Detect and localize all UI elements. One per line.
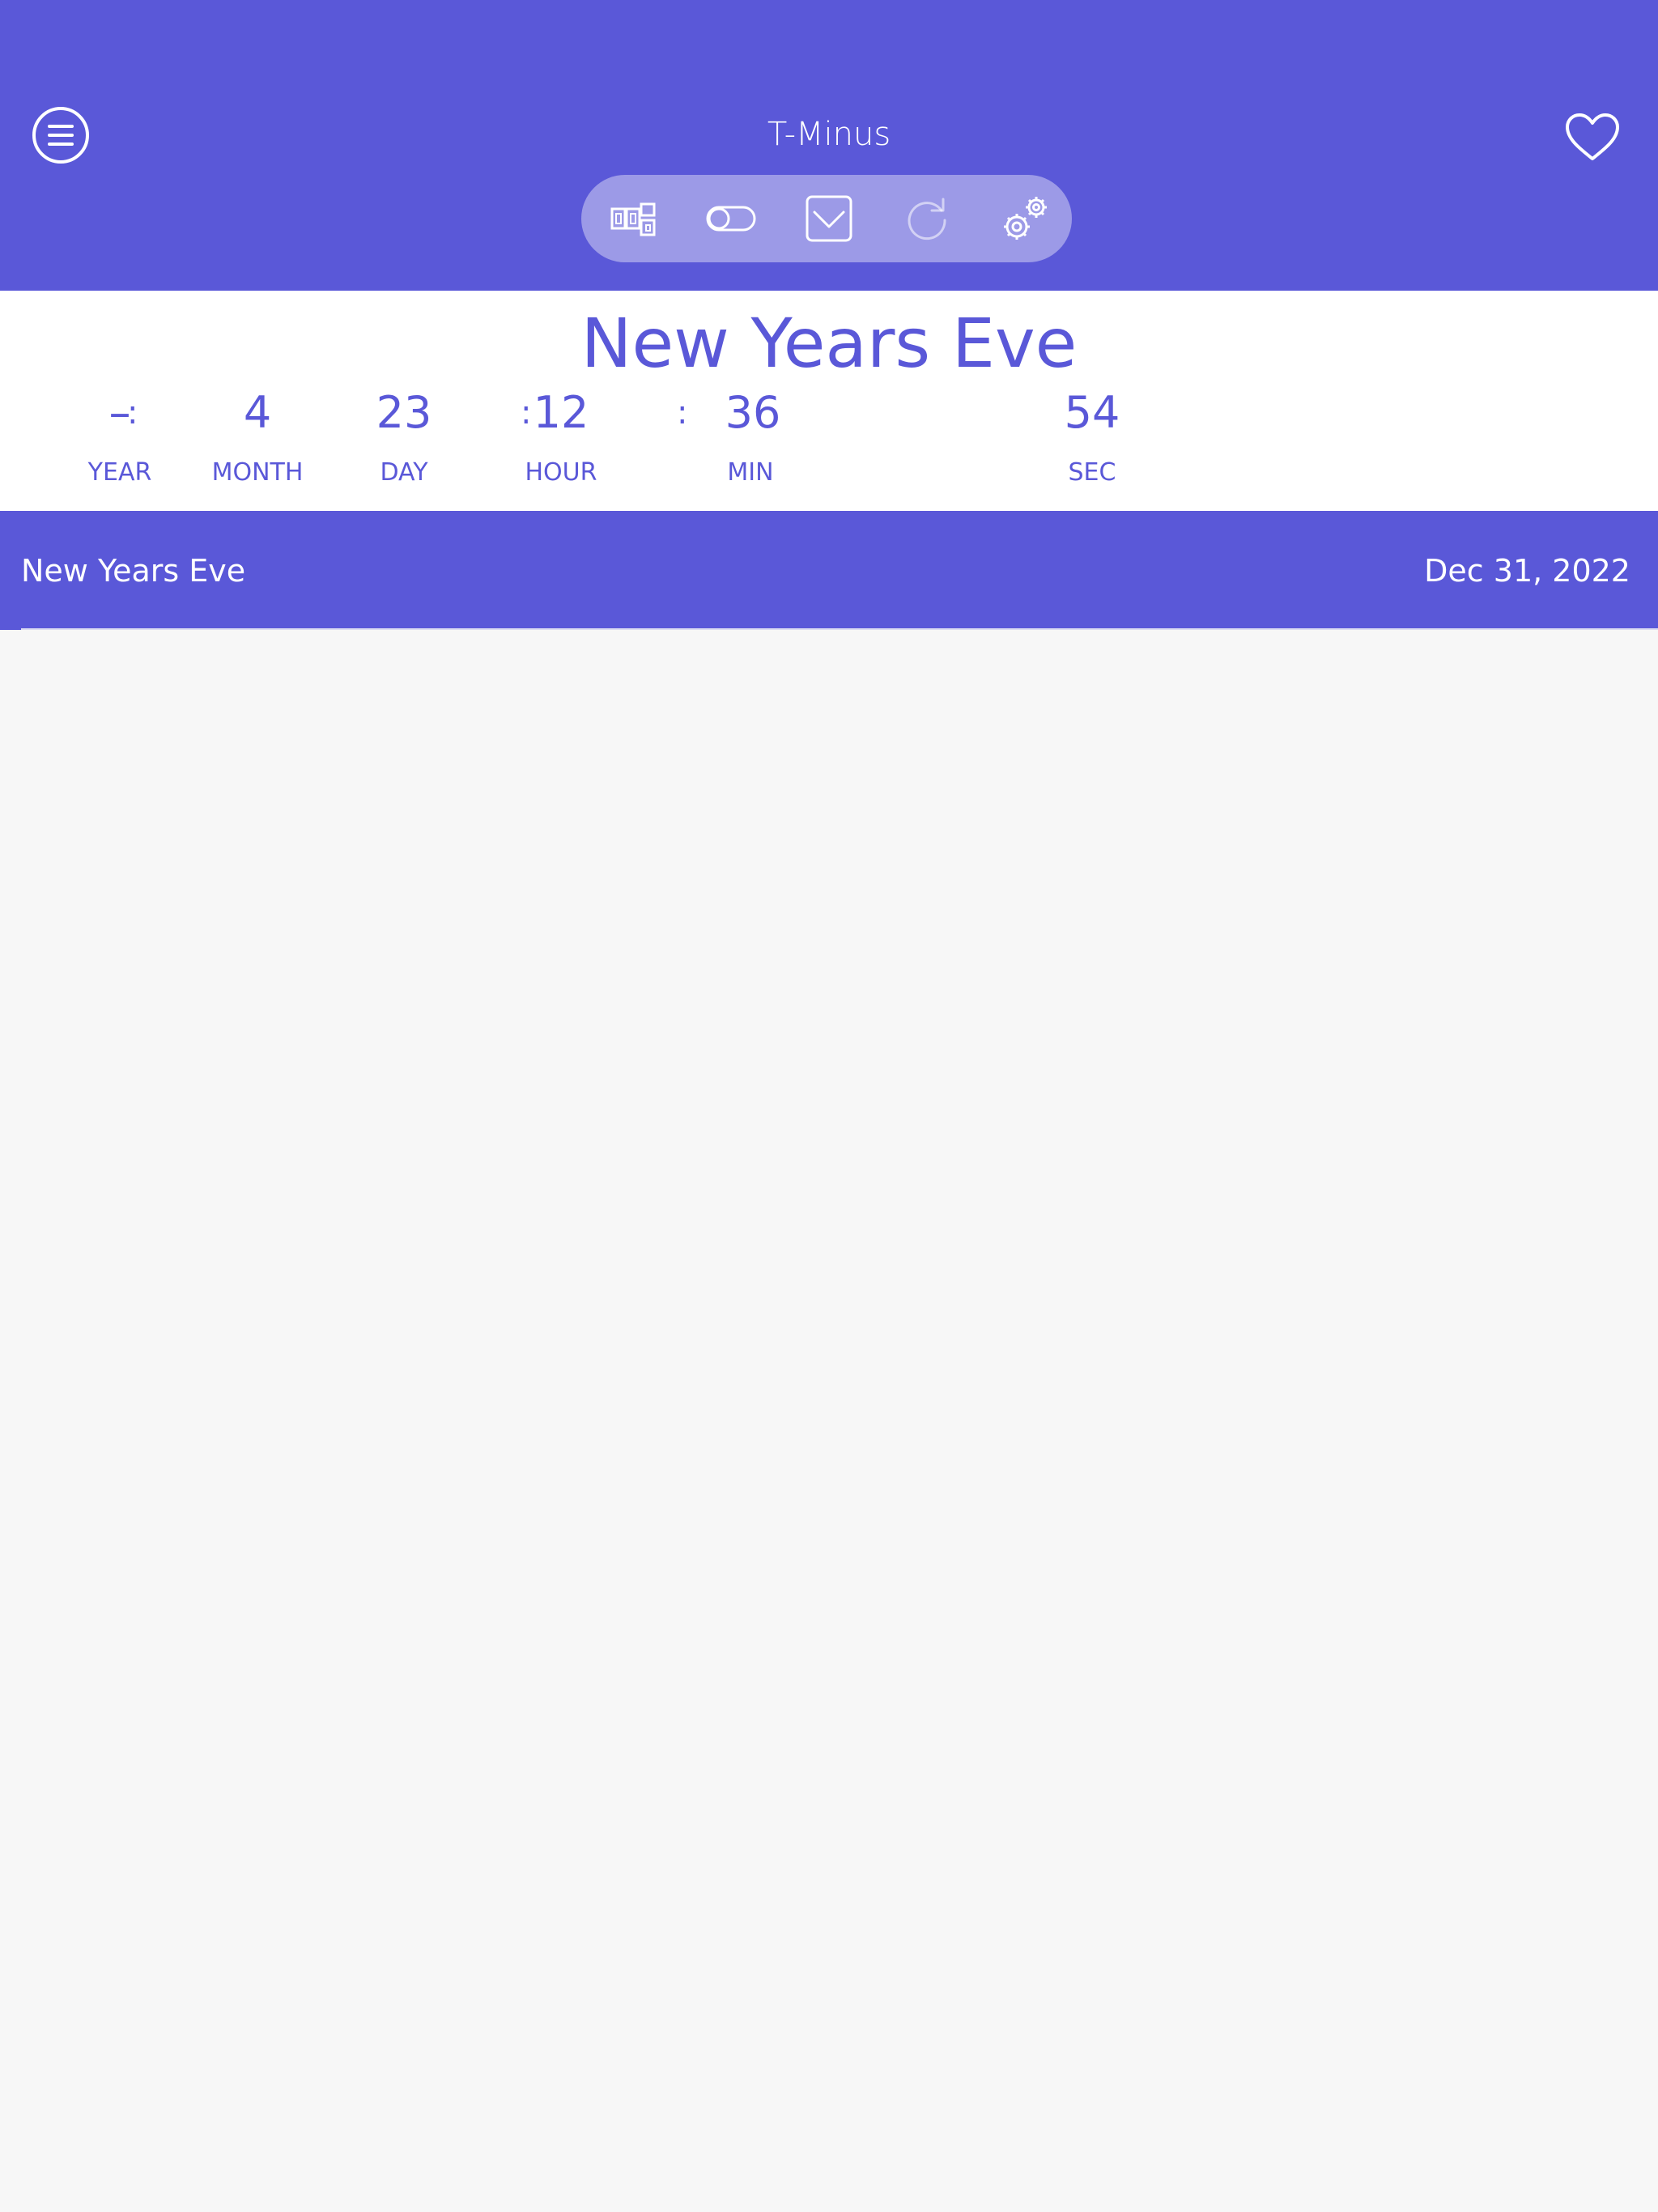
- year-separator: :: [127, 394, 138, 432]
- min-value: 36: [725, 387, 781, 438]
- sec-label: SEC: [1068, 458, 1116, 487]
- refresh-icon[interactable]: [901, 193, 953, 245]
- month-label: MONTH: [211, 458, 304, 487]
- heart-icon[interactable]: [1564, 112, 1621, 162]
- timer-style-icon[interactable]: [607, 193, 659, 245]
- app-title: T-Minus: [767, 116, 891, 153]
- event-name: New Years Eve: [21, 553, 246, 589]
- day-label: DAY: [380, 458, 428, 487]
- day-value: 23: [376, 387, 432, 438]
- list-divider: [21, 628, 1658, 630]
- app-header: T-Minus: [0, 0, 1658, 291]
- event-date: Dec 31, 2022: [1424, 553, 1630, 589]
- menu-icon[interactable]: [32, 106, 90, 164]
- settings-icon[interactable]: [999, 193, 1051, 245]
- hour-value: 12: [533, 387, 589, 438]
- event-title: New Years Eve: [580, 304, 1078, 383]
- month-value: 4: [243, 387, 272, 438]
- min-label: MIN: [727, 458, 774, 487]
- toggle-icon[interactable]: [705, 193, 757, 245]
- toolbar: [581, 175, 1072, 262]
- hour-label: HOUR: [525, 458, 597, 487]
- dropdown-icon[interactable]: [803, 193, 855, 245]
- event-list-row[interactable]: New Years Eve Dec 31, 2022: [0, 511, 1658, 630]
- sec-value: 54: [1064, 387, 1120, 438]
